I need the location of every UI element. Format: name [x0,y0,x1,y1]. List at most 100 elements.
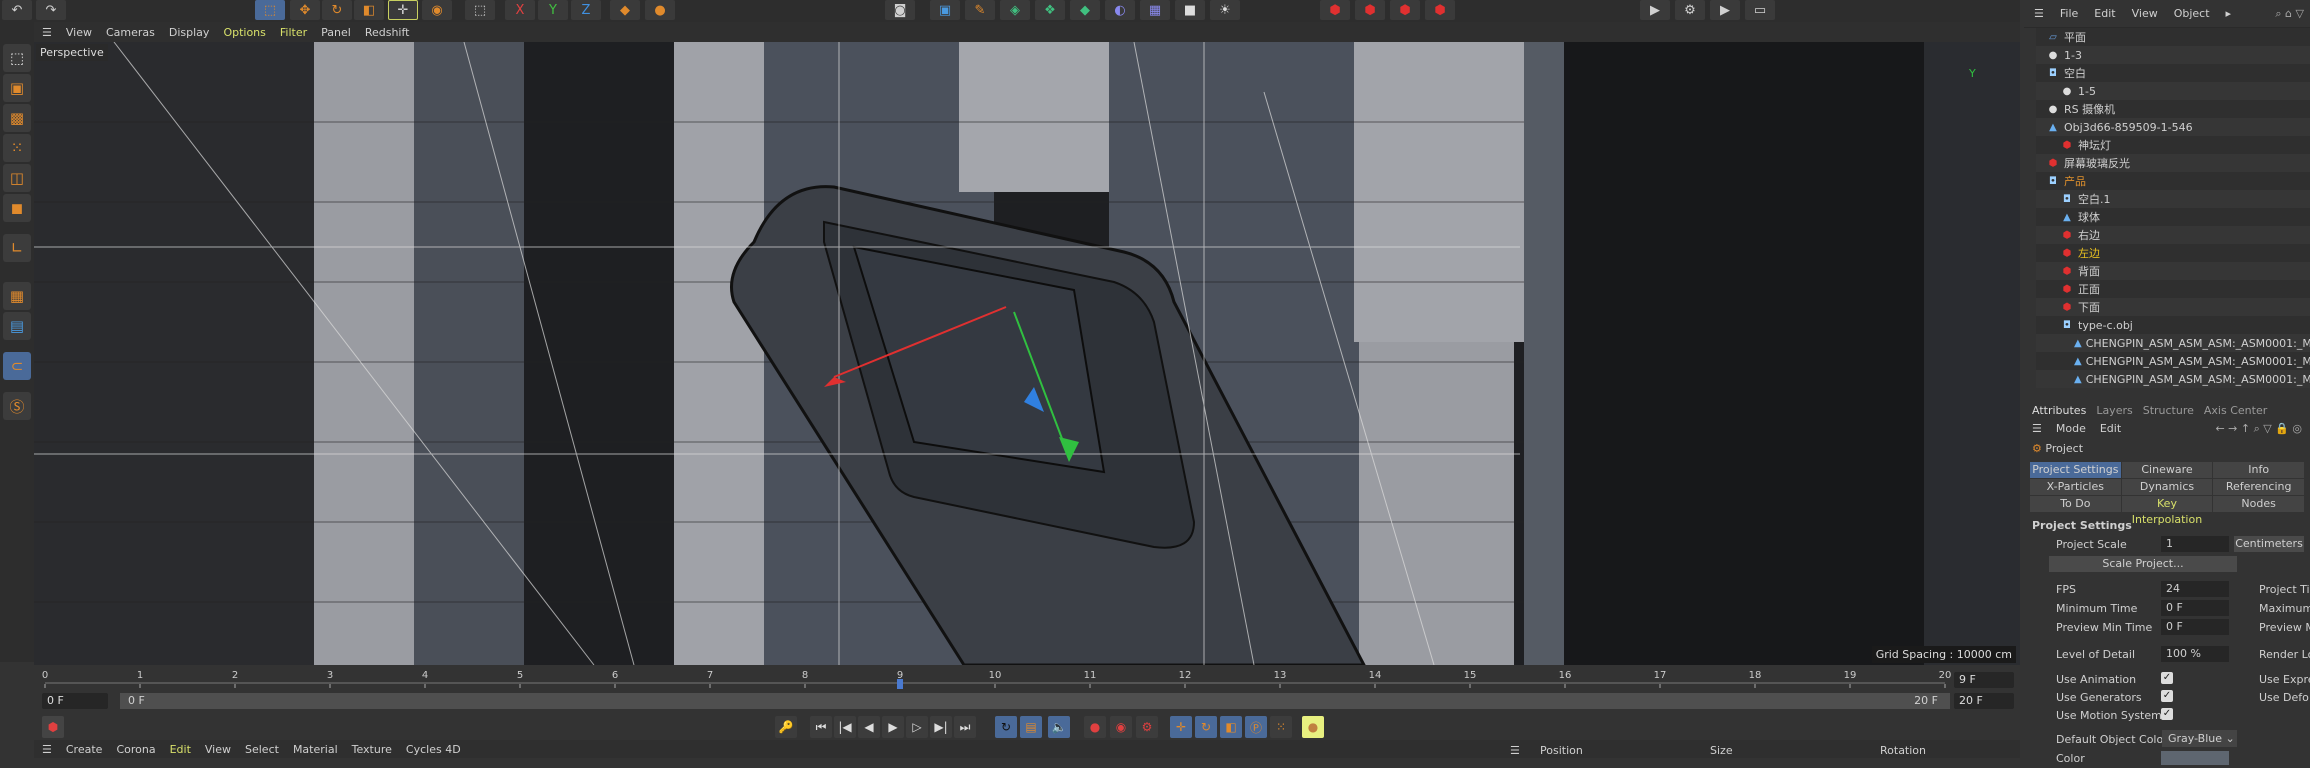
menu-corona[interactable]: Corona [116,743,155,756]
menu-material[interactable]: Material [293,743,338,756]
end-frame-field[interactable]: 20 F [1954,693,2014,709]
next-key-icon[interactable]: ▶| [930,716,952,738]
edges-mode-icon[interactable]: ◫ [3,164,31,192]
menu-cycles4d[interactable]: Cycles 4D [406,743,461,756]
object-list-item[interactable]: ● 1-3 [2036,46,2310,64]
position-key-icon[interactable]: ✛ [1170,716,1192,738]
s-plugin-icon[interactable]: Ⓢ [3,392,31,420]
recent-tools-button[interactable]: ◉ [422,0,452,20]
sound-icon[interactable]: 🔈 [1048,716,1070,738]
render-region-icon[interactable]: ▭ [1745,0,1775,20]
tab-axis-center[interactable]: Axis Center [2204,404,2267,417]
menu-cameras[interactable]: Cameras [106,26,155,39]
subtab-cineware[interactable]: Cineware [2121,462,2213,478]
hamburger-icon[interactable]: ☰ [2034,7,2044,20]
menu-create[interactable]: Create [66,743,103,756]
unit-dropdown[interactable]: Centimeters [2234,536,2304,552]
loop-icon[interactable]: ↻ [995,716,1017,738]
subtab-dynamics[interactable]: Dynamics [2121,479,2213,495]
viewport-3d[interactable]: Y Perspective Grid Spacing : 10000 cm [34,42,2020,665]
deformer-icon[interactable]: ◆ [1070,0,1100,20]
render-icon[interactable]: ▶ [1640,0,1670,20]
rotate-tool-button[interactable]: ↻ [322,0,352,20]
floor-icon[interactable]: ▦ [1140,0,1170,20]
object-list-item[interactable]: ● 1-5 [2036,82,2310,100]
object-list-item[interactable]: ◘ 空白 [2036,64,2310,82]
menu-view[interactable]: View [66,26,92,39]
more-arrow-icon[interactable]: ▸ [2226,7,2232,20]
scale-key-icon[interactable]: ◧ [1220,716,1242,738]
object-list-item[interactable]: ⬢ 背面 [2036,262,2310,280]
redshift-light-icon[interactable]: ⬢ [1425,0,1455,20]
select-tool-button[interactable]: ⬚ [255,0,285,20]
redo-icon[interactable]: ↷ [36,0,66,20]
menu-filter[interactable]: Filter [280,26,307,39]
cloner-icon[interactable]: ❖ [1035,0,1065,20]
light-icon[interactable]: ☀ [1210,0,1240,20]
checkbox[interactable]: ✓ [2161,672,2173,684]
field-input[interactable]: 0 F [2161,619,2229,635]
preview-range-slider[interactable]: 0 F 20 F [120,693,1950,709]
redshift-light-icon[interactable]: ⬢ [1390,0,1420,20]
menu-edit[interactable]: Edit [2094,7,2115,20]
record-icon[interactable]: ⬢ [42,716,64,738]
current-frame-field[interactable]: 9 F [1954,672,2014,688]
object-list-item[interactable]: ⬢ 右边 [2036,226,2310,244]
nav-arrows-icons[interactable]: ← → ↑ ⌕ ▽ 🔒 ◎ [2215,422,2302,435]
redshift-light-icon[interactable]: ⬢ [1355,0,1385,20]
scale-tool-button[interactable]: ◧ [354,0,384,20]
subdivision-icon[interactable]: ◈ [1000,0,1030,20]
point-level-icon[interactable]: ⁙ [1270,716,1292,738]
undo-icon[interactable]: ↶ [2,0,32,20]
move-tool-button[interactable]: ✥ [290,0,320,20]
make-editable-icon[interactable]: ⬚ [3,44,31,72]
axis-mode-icon[interactable]: ∟ [3,234,31,262]
parameter-key-icon[interactable]: Ⓟ [1245,716,1267,738]
go-to-end-icon[interactable]: ⏭ [954,716,976,738]
menu-texture[interactable]: Texture [352,743,392,756]
previous-key-icon[interactable]: |◀ [834,716,856,738]
previous-frame-icon[interactable]: ◀ [858,716,880,738]
record-active-objects-icon[interactable]: ● [1084,716,1106,738]
checkbox[interactable]: ✓ [2161,690,2173,702]
menu-display[interactable]: Display [169,26,210,39]
camera-icon[interactable]: ■ [1175,0,1205,20]
subtab-project-settings[interactable]: Project Settings [2030,462,2121,478]
model-mode-icon[interactable]: ▣ [3,74,31,102]
subtab-info[interactable]: Info [2213,462,2304,478]
magnet-icon[interactable]: ⊂ [3,352,31,380]
object-list-item[interactable]: ▲ CHENGPIN_ASM_ASM_ASM:_ASM0001:_MSBF [2036,352,2310,370]
menu-edit[interactable]: Edit [2100,422,2121,435]
model-mode-icon[interactable]: ● [645,0,675,20]
object-list-item[interactable]: ◘ 产品 [2036,172,2310,190]
object-list-item[interactable]: ● RS 摄像机 [2036,100,2310,118]
scale-project-button[interactable]: Scale Project... [2049,556,2237,572]
menu-edit[interactable]: Edit [170,743,191,756]
object-list-item[interactable]: ⬢ 正面 [2036,280,2310,298]
render-view-icon[interactable]: ◙ [885,0,915,20]
selection-filter-button[interactable]: ⬚ [465,0,495,20]
object-list-item[interactable]: ▲ 球体 [2036,208,2310,226]
workplane-icon[interactable]: ▤ [3,312,31,340]
texture-mode-icon[interactable]: ▩ [3,104,31,132]
search-filter-icons[interactable]: ⌕ ⌂ ▽ [2275,7,2304,21]
subtab-to-do[interactable]: To Do [2030,496,2121,512]
menu-panel[interactable]: Panel [321,26,351,39]
autokey-icon[interactable]: ◉ [1110,716,1132,738]
tab-layers[interactable]: Layers [2096,404,2132,417]
object-list-item[interactable]: ▲ Obj3d66-859509-1-546 [2036,118,2310,136]
y-axis-lock-icon[interactable]: Y [538,0,568,20]
hamburger-icon[interactable]: ☰ [42,743,52,756]
subtab-key-interpolation[interactable]: Key Interpolation [2121,496,2213,526]
hamburger-icon[interactable]: ☰ [1510,744,1540,757]
cube-icon[interactable]: ▣ [930,0,960,20]
render-settings-icon[interactable]: ⚙ [1675,0,1705,20]
menu-object[interactable]: Object [2174,7,2210,20]
render-to-picture-viewer-icon[interactable]: ▶ [1710,0,1740,20]
default-color-dropdown[interactable]: Gray-Blue ⌄ [2162,730,2237,747]
field-input[interactable]: 24 [2161,581,2229,597]
key-tool-icon[interactable]: 🔑 [775,716,797,738]
subtab-x-particles[interactable]: X-Particles [2030,479,2121,495]
hamburger-icon[interactable]: ☰ [42,26,52,39]
field-input[interactable]: 100 % [2161,646,2229,662]
